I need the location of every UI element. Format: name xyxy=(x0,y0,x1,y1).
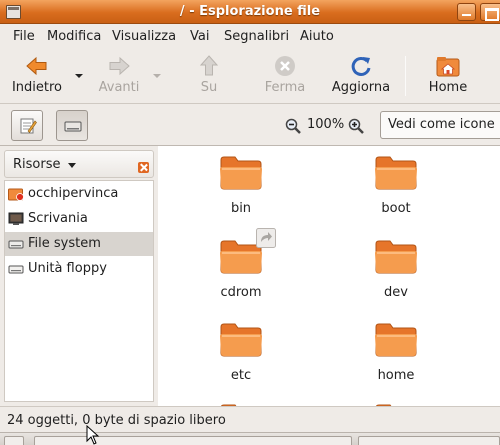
places-list: occhipervinca Scrivania File system Unit… xyxy=(4,180,154,402)
menu-segnalibri[interactable]: Segnalibri xyxy=(224,29,289,44)
sidebar: Risorse occhipervinca Scrivania File sys… xyxy=(0,146,157,406)
folder-icon xyxy=(374,238,418,274)
bottom-panel xyxy=(0,425,500,445)
minimize-button[interactable] xyxy=(457,3,476,21)
zoom-out-icon xyxy=(285,118,301,134)
menu-aiuto[interactable]: Aiuto xyxy=(300,29,334,44)
sidebar-item-desktop[interactable]: Scrivania xyxy=(5,207,153,231)
chevron-down-icon[interactable] xyxy=(68,163,76,168)
zoom-level[interactable]: 100% xyxy=(307,117,344,132)
zoom-out-button[interactable] xyxy=(285,118,301,138)
taskbar-window-button[interactable] xyxy=(358,436,500,445)
status-text: 24 oggetti, 0 byte di spazio libero xyxy=(7,413,226,428)
folder-icon xyxy=(219,321,263,357)
show-desktop-button[interactable] xyxy=(4,436,24,445)
up-arrow-icon xyxy=(197,54,221,78)
harddisk-icon xyxy=(64,121,82,132)
file-item[interactable]: home xyxy=(351,321,441,383)
sidebar-item-floppy[interactable]: Unità floppy xyxy=(5,257,153,281)
home-folder-icon xyxy=(8,188,24,201)
folder-icon xyxy=(374,154,418,190)
taskbar-window-button[interactable] xyxy=(34,436,352,445)
home-folder-icon xyxy=(436,54,460,78)
symlink-emblem-icon xyxy=(256,228,276,248)
file-icon-view: bin boot cdrom dev etc home xyxy=(158,146,500,406)
view-mode-select[interactable]: Vedi come icone xyxy=(380,111,500,139)
sidebar-header: Risorse xyxy=(4,150,154,178)
up-button[interactable]: Su xyxy=(190,54,228,95)
toolbar-separator xyxy=(405,56,406,96)
file-item[interactable]: etc xyxy=(196,321,286,383)
reload-icon xyxy=(349,54,373,78)
file-item[interactable]: bin xyxy=(196,154,286,216)
title-bar: / - Esplorazione file xyxy=(0,0,500,24)
folder-icon xyxy=(219,154,263,190)
forward-button[interactable]: Avanti xyxy=(94,54,144,95)
location-mode-button[interactable] xyxy=(11,110,43,141)
menu-bar: File Modifica Visualizza Vai Segnalibri … xyxy=(0,25,500,47)
status-bar: 24 oggetti, 0 byte di spazio libero xyxy=(0,406,500,432)
file-item[interactable]: dev xyxy=(351,238,441,300)
back-button[interactable]: Indietro xyxy=(10,54,64,95)
forward-arrow-icon xyxy=(107,54,131,78)
menu-file[interactable]: File xyxy=(13,29,35,44)
reload-button[interactable]: Aggiorna xyxy=(330,54,392,95)
sidebar-type-select[interactable]: Risorse xyxy=(13,157,61,172)
menu-modifica[interactable]: Modifica xyxy=(47,29,101,44)
window-title: / - Esplorazione file xyxy=(179,4,321,19)
desktop-icon xyxy=(8,212,24,225)
menu-vai[interactable]: Vai xyxy=(190,29,209,44)
edit-location-icon xyxy=(20,118,37,134)
harddisk-icon xyxy=(8,240,24,249)
back-arrow-icon xyxy=(25,54,49,78)
close-sidebar-icon[interactable] xyxy=(138,162,149,173)
floppy-icon xyxy=(8,265,24,274)
file-item[interactable]: boot xyxy=(351,154,441,216)
mouse-cursor-icon xyxy=(86,425,100,445)
zoom-in-button[interactable] xyxy=(348,118,364,138)
path-bar-button[interactable] xyxy=(56,110,88,141)
toolbar: Indietro Avanti Su Ferma Aggiorna Home xyxy=(0,48,500,104)
stop-icon xyxy=(273,54,297,78)
forward-history-dropdown[interactable] xyxy=(153,74,161,78)
file-item[interactable]: cdrom xyxy=(196,228,286,300)
menu-visualizza[interactable]: Visualizza xyxy=(112,29,176,44)
back-history-dropdown[interactable] xyxy=(75,74,83,78)
home-button[interactable]: Home xyxy=(422,54,474,95)
zoom-in-icon xyxy=(348,118,364,134)
sidebar-item-home[interactable]: occhipervinca xyxy=(5,182,153,206)
location-bar: 100% Vedi come icone xyxy=(0,105,500,145)
folder-icon xyxy=(374,321,418,357)
sidebar-item-filesystem[interactable]: File system xyxy=(5,232,153,256)
stop-button[interactable]: Ferma xyxy=(260,54,310,95)
maximize-button[interactable] xyxy=(480,3,500,21)
